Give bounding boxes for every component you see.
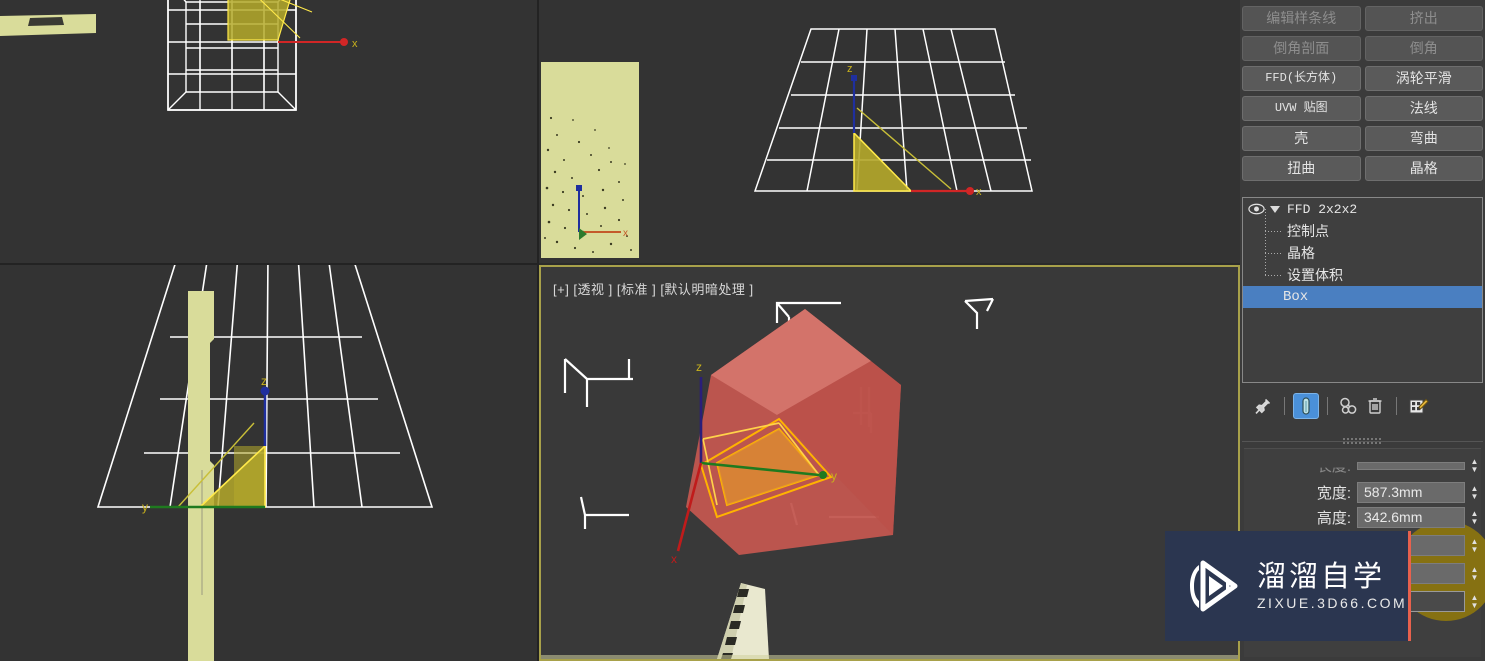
3dsmax-window: x x z x z y [+] [透视] [标准] [默认明暗处理] z … (0, 0, 1485, 661)
svg-text:z: z (696, 360, 702, 374)
watermark-cn-text: 溜溜自学 (1257, 561, 1386, 593)
viewport-divider-vertical[interactable] (537, 0, 539, 661)
viewport-top-right[interactable]: x z x (539, 0, 1240, 263)
svg-text:y: y (831, 469, 837, 483)
parameter-spinner[interactable]: ▲ ▼ (1468, 482, 1481, 503)
parameter-label: 长度: (1316, 458, 1351, 475)
modifier-button[interactable]: 壳 (1242, 126, 1361, 151)
parameter-spinner[interactable]: ▲ ▼ (1468, 563, 1481, 584)
panel-splitter[interactable] (1242, 437, 1483, 446)
show-end-result-icon[interactable] (1293, 393, 1319, 419)
viewport-bottom-left[interactable]: ] z y (0, 265, 537, 661)
parameter-input[interactable] (1357, 461, 1465, 470)
modifier-button: 挤出 (1364, 6, 1483, 31)
svg-text:x: x (352, 38, 358, 50)
modifier-button[interactable]: 法线 (1364, 96, 1483, 121)
delete-modifier-icon[interactable] (1362, 393, 1388, 419)
modifier-stack-item[interactable]: 晶格 (1243, 231, 1482, 264)
parameter-input[interactable]: 342.6mm (1357, 507, 1465, 528)
svg-text:y: y (142, 500, 148, 514)
parameter-label: 宽度: (1316, 485, 1351, 502)
modifier-button[interactable]: UVW 贴图 (1242, 96, 1361, 121)
parameter-row: 宽度: 587.3mm ▲ ▼ (1244, 480, 1481, 505)
watermark-overlay: 溜溜自学 ZIXUE.3D66.COM (1165, 531, 1410, 641)
parameter-spinner[interactable]: ▲ ▼ (1468, 535, 1481, 556)
parameter-spinner[interactable]: ▲ ▼ (1468, 591, 1481, 612)
viewport-bottom-left-scene: z y (96, 265, 434, 661)
make-unique-icon[interactable] (1336, 393, 1362, 419)
modifier-button: 倒角 (1364, 36, 1483, 61)
watermark-en-text: ZIXUE.3D66.COM (1257, 595, 1408, 611)
parameter-row: 长度: ▲ ▼ (1244, 453, 1481, 478)
svg-text:z: z (847, 63, 853, 75)
pin-icon[interactable] (1250, 393, 1276, 419)
viewport-top-right-scene: x z x (541, 28, 1033, 258)
modifier-button-grid: 编辑样条线 挤出 倒角剖面 倒角 FFD(长方体) 涡轮平滑 UVW 贴图 法线壳弯曲 扭曲 晶格 (1242, 6, 1483, 181)
toolbar-separator (1284, 397, 1285, 415)
viewport-perspective[interactable]: [+] [透视 ] [标准 ] [默认明暗处理 ] z y x (539, 265, 1240, 661)
modifier-button[interactable]: 涡轮平滑 (1364, 66, 1483, 91)
viewport-top-left[interactable]: x (0, 0, 537, 263)
play-logo-icon (1190, 560, 1238, 612)
modifier-stack-item[interactable]: FFD 2x2x2 (1243, 198, 1482, 220)
svg-text:x: x (671, 552, 677, 566)
watermark-accent-bar (1408, 531, 1411, 641)
parameter-spinner[interactable]: ▲ ▼ (1468, 457, 1481, 473)
configure-sets-icon[interactable] (1405, 393, 1431, 419)
parameter-spinner[interactable]: ▲ ▼ (1468, 507, 1481, 528)
modifier-stack-item[interactable]: Box (1243, 286, 1482, 308)
modifier-button[interactable]: 晶格 (1364, 156, 1483, 181)
parameter-input[interactable]: 587.3mm (1357, 482, 1465, 503)
modifier-button: 倒角剖面 (1242, 36, 1361, 61)
parameter-label: 高度: (1316, 510, 1351, 527)
parameter-row: 高度: 342.6mm ▲ ▼ (1244, 505, 1481, 530)
svg-text:z: z (261, 374, 267, 388)
modifier-button[interactable]: 扭曲 (1242, 156, 1361, 181)
toolbar-separator (1327, 397, 1328, 415)
modifier-button[interactable]: 弯曲 (1364, 126, 1483, 151)
viewport-perspective-scene: z y x (541, 297, 1238, 659)
viewport-divider-horizontal[interactable] (0, 263, 539, 265)
toolbar-separator (1396, 397, 1397, 415)
modifier-stack-item[interactable]: 设置体积 (1243, 253, 1482, 286)
svg-text:x: x (976, 186, 982, 198)
modifier-stack[interactable]: FFD 2x2x2 控制点 晶格 设置体积 Box (1242, 197, 1483, 383)
viewport-top-left-scene: x (0, 0, 358, 111)
modifier-button[interactable]: FFD(长方体) (1242, 66, 1361, 91)
svg-text:x: x (623, 228, 628, 239)
modifier-button: 编辑样条线 (1242, 6, 1361, 31)
modifier-stack-toolbar (1242, 390, 1483, 422)
modifier-stack-item[interactable]: 控制点 (1243, 209, 1482, 242)
